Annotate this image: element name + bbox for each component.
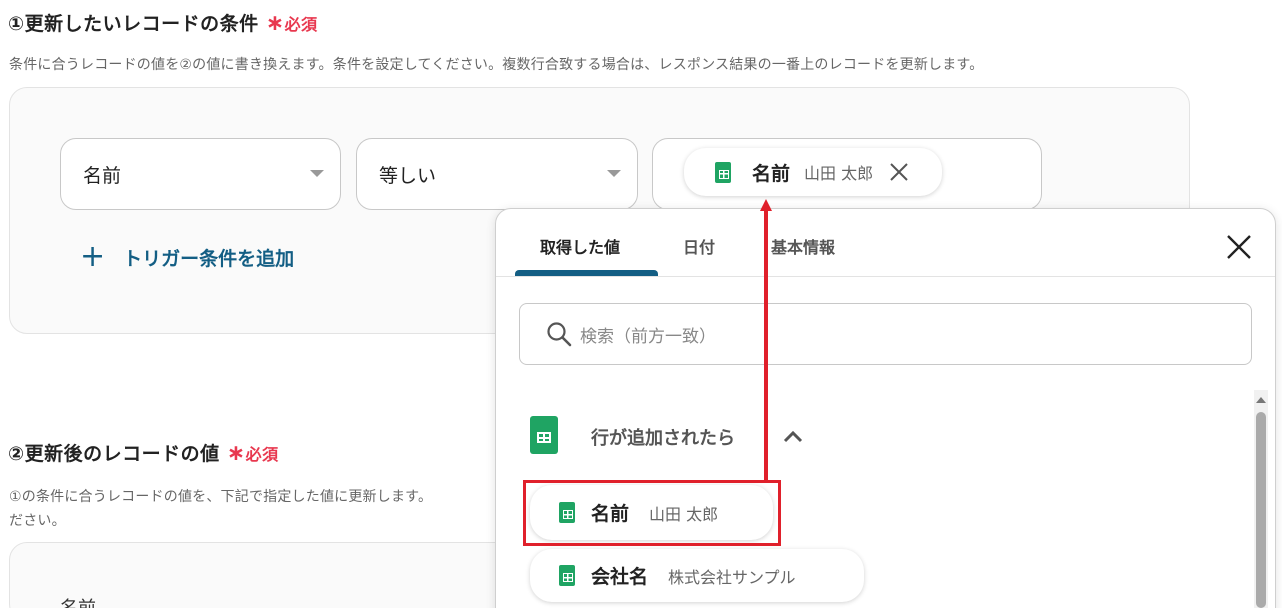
field-select[interactable]: 名前	[60, 138, 341, 210]
section1-title-text: ①更新したいレコードの条件	[8, 13, 259, 35]
add-condition-label: トリガー条件を追加	[123, 247, 295, 270]
required-label: 必須	[245, 445, 279, 464]
google-sheets-icon	[530, 416, 558, 454]
google-sheets-icon	[559, 565, 575, 586]
field-select-value: 名前	[83, 164, 122, 187]
variable-item-company[interactable]: 会社名 株式会社サンプル	[530, 549, 864, 602]
group-label: 行が追加されたら	[591, 428, 735, 449]
tab-acquired-values[interactable]: 取得した値	[540, 234, 620, 258]
required-star-icon: ∗	[226, 441, 246, 466]
annotation-arrow-line	[764, 210, 768, 482]
required-star-icon: ∗	[265, 11, 285, 36]
search-icon	[547, 322, 572, 347]
chevron-up-icon[interactable]	[782, 428, 804, 444]
section2-title-text: ②更新後のレコードの値	[8, 443, 220, 465]
add-condition-button[interactable]: + トリガー条件を追加	[80, 242, 294, 272]
plus-icon: +	[80, 239, 106, 274]
variable-item-value: 株式会社サンプル	[668, 567, 796, 587]
operator-select[interactable]: 等しい	[356, 138, 638, 210]
value-chip-label: 名前	[752, 162, 791, 185]
caret-down-icon	[607, 170, 621, 177]
tab-divider	[496, 276, 1275, 277]
update-field-label: 名前	[60, 594, 96, 608]
arrow-up-icon	[760, 199, 772, 211]
close-icon[interactable]	[1225, 233, 1253, 261]
close-icon[interactable]	[889, 162, 909, 182]
variable-item-label: 会社名	[591, 566, 649, 588]
tab-basic-info[interactable]: 基本情報	[771, 234, 835, 258]
tab-date[interactable]: 日付	[683, 234, 715, 258]
value-chip[interactable]: 名前 山田 太郎	[684, 148, 942, 196]
section1-title: ①更新したいレコードの条件 ∗必須	[8, 9, 318, 36]
search-placeholder: 検索（前方一致）	[580, 326, 716, 347]
google-sheets-icon	[715, 161, 731, 183]
section1-description: 条件に合うレコードの値を②の値に書き換えます。条件を設定してください。複数行合致…	[9, 57, 984, 73]
section2-description-cont: ださい。	[9, 513, 66, 529]
search-input[interactable]: 検索（前方一致）	[519, 303, 1252, 365]
section2-title: ②更新後のレコードの値 ∗必須	[8, 439, 279, 466]
caret-down-icon	[310, 170, 324, 177]
variable-picker-dropdown	[495, 208, 1276, 608]
operator-select-value: 等しい	[379, 164, 437, 187]
scroll-up-icon[interactable]	[1255, 395, 1267, 405]
section2-description: ①の条件に合うレコードの値を、下記で指定した値に更新します。	[9, 489, 433, 505]
required-label: 必須	[284, 15, 318, 34]
value-chip-value: 山田 太郎	[804, 164, 874, 183]
scrollbar-thumb[interactable]	[1256, 412, 1266, 608]
highlight-box	[523, 480, 781, 546]
